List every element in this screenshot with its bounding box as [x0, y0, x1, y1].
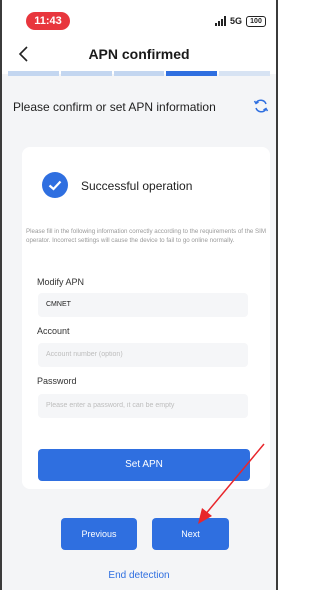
previous-button[interactable]: Previous	[61, 518, 137, 550]
status-indicators: 5G 100	[214, 13, 266, 29]
apn-notice: Please fill in the following information…	[26, 228, 267, 244]
success-message: Successful operation	[81, 179, 193, 193]
progress-step-2	[60, 71, 112, 76]
next-button[interactable]: Next	[152, 518, 229, 550]
phone-screen: 11:43 5G 100 APN confirmed Please confir…	[0, 0, 278, 590]
account-input[interactable]	[38, 343, 248, 367]
frame-right-edge	[276, 0, 278, 590]
check-circle-icon	[42, 172, 68, 198]
progress-step-3	[113, 71, 165, 76]
section-title: Please confirm or set APN information	[13, 100, 216, 114]
step-progress-bar	[8, 71, 270, 76]
set-apn-button[interactable]: Set APN	[38, 449, 250, 481]
status-time: 11:43	[26, 12, 70, 30]
frame-left-edge	[0, 0, 2, 590]
progress-step-5	[219, 71, 270, 76]
refresh-icon[interactable]	[252, 97, 270, 115]
apn-input[interactable]	[38, 293, 248, 317]
app-header: APN confirmed	[0, 34, 278, 74]
progress-step-1	[8, 71, 59, 76]
page-title: APN confirmed	[88, 46, 190, 62]
account-label: Account	[37, 326, 70, 336]
status-bar: 11:43 5G 100	[0, 0, 278, 34]
password-input[interactable]	[38, 394, 248, 418]
network-type: 5G	[229, 16, 242, 26]
password-label: Password	[37, 376, 77, 386]
apn-label: Modify APN	[37, 277, 85, 287]
signal-icon	[214, 16, 226, 26]
apn-card: Successful operation Please fill in the …	[22, 147, 270, 489]
end-detection-link[interactable]: End detection	[0, 570, 278, 581]
progress-step-4	[166, 71, 218, 76]
battery-icon: 100	[246, 15, 266, 27]
